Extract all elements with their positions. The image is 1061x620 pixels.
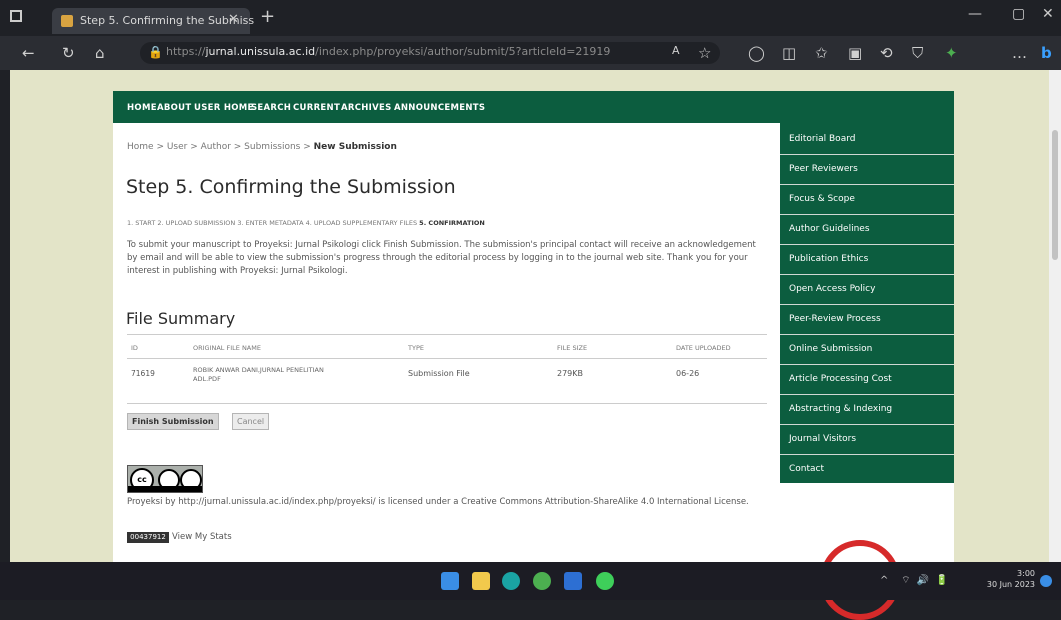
file-summary-title: File Summary	[126, 309, 236, 328]
mail-icon[interactable]	[564, 572, 582, 590]
windows-start-icon[interactable]	[441, 572, 459, 590]
visitor-counter[interactable]: 00437912	[127, 532, 169, 543]
extension-icon[interactable]: ✦	[945, 44, 958, 62]
address-bar[interactable]: 🔒 https://jurnal.unissula.ac.id/index.ph…	[140, 42, 720, 64]
sidebar-item-peer-reviewers[interactable]: Peer Reviewers	[780, 155, 954, 185]
col-header-size: FILE SIZE	[557, 344, 588, 352]
nav-user-home[interactable]: USER HOME	[194, 103, 254, 113]
maximize-icon[interactable]: ▢	[1012, 6, 1025, 22]
tab-actions-icon[interactable]	[10, 10, 22, 22]
breadcrumb[interactable]: Home > User > Author > Submissions > New…	[127, 142, 397, 152]
clock[interactable]: 3:00 30 Jun 2023	[975, 568, 1035, 590]
collections-icon[interactable]: ▣	[848, 44, 862, 62]
refresh-icon[interactable]: ↻	[62, 44, 75, 62]
nav-home[interactable]: HOME	[127, 103, 157, 113]
sidebar-item-editorial-board[interactable]: Editorial Board	[780, 125, 954, 155]
bing-icon[interactable]: b	[1041, 44, 1052, 62]
sidebar-item-online-submission[interactable]: Online Submission	[780, 335, 954, 365]
shield-icon[interactable]: ⛉	[912, 44, 923, 62]
history-icon[interactable]: ⟲	[880, 44, 893, 62]
scrollbar-thumb[interactable]	[1052, 130, 1058, 260]
file-date: 06-26	[676, 369, 700, 378]
close-window-icon[interactable]: ✕	[1042, 6, 1054, 22]
more-options-icon[interactable]: …	[1012, 44, 1027, 62]
sidebar-item-article-processing-cost[interactable]: Article Processing Cost	[780, 365, 954, 395]
col-header-name: ORIGINAL FILE NAME	[193, 344, 261, 352]
lock-icon: 🔒	[148, 45, 163, 59]
spotify-icon[interactable]	[596, 572, 614, 590]
file-name-link[interactable]: ROBIK ANWAR DANI,JURNAL PENELITIAN ADL.P…	[193, 366, 343, 384]
close-tab-icon[interactable]: ✕	[228, 12, 239, 27]
nav-current[interactable]: CURRENT	[293, 103, 340, 113]
favicon-icon	[61, 15, 73, 27]
license-text: Proyeksi by http://jurnal.unissula.ac.id…	[127, 497, 749, 507]
col-header-date: DATE UPLOADED	[676, 344, 731, 352]
browser-extension-icon[interactable]: ◯	[748, 44, 765, 62]
sidebar-item-open-access-policy[interactable]: Open Access Policy	[780, 275, 954, 305]
view-my-stats-link[interactable]: View My Stats	[172, 532, 232, 542]
system-tray[interactable]: ^ ⌔ 🔊 🔋	[880, 574, 948, 587]
scrollbar[interactable]	[1049, 70, 1061, 562]
col-header-type: TYPE	[408, 344, 424, 352]
file-type: Submission File	[408, 369, 470, 378]
chrome-icon[interactable]	[533, 572, 551, 590]
favorites-icon[interactable]: ✩	[815, 44, 828, 62]
file-explorer-icon[interactable]	[472, 572, 490, 590]
nav-announcements[interactable]: ANNOUNCEMENTS	[394, 103, 485, 113]
read-aloud-icon[interactable]: A	[672, 44, 680, 57]
sidebar-item-author-guidelines[interactable]: Author Guidelines	[780, 215, 954, 245]
col-header-id: ID	[131, 344, 138, 352]
edge-browser-icon[interactable]	[502, 572, 520, 590]
new-tab-icon[interactable]: +	[260, 6, 275, 27]
sidebar-item-abstracting-indexing[interactable]: Abstracting & Indexing	[780, 395, 954, 425]
submission-steps[interactable]: 1. START 2. UPLOAD SUBMISSION 3. ENTER M…	[127, 219, 485, 227]
page-title: Step 5. Confirming the Submission	[126, 176, 456, 198]
sidebar-item-contact[interactable]: Contact	[780, 455, 954, 485]
sidebar-item-publication-ethics[interactable]: Publication Ethics	[780, 245, 954, 275]
file-id: 71619	[131, 369, 155, 378]
favorite-star-icon[interactable]: ☆	[698, 44, 711, 62]
file-size: 279KB	[557, 369, 584, 378]
sidebar-item-focus-scope[interactable]: Focus & Scope	[780, 185, 954, 215]
cc-badge-bar	[128, 486, 202, 492]
sidebar-item-peer-review-process[interactable]: Peer-Review Process	[780, 305, 954, 335]
browser-tab[interactable]: Step 5. Confirming the Submiss ✕	[52, 8, 254, 34]
nav-about[interactable]: ABOUT	[157, 103, 191, 113]
table-bottom-rule	[127, 403, 767, 404]
split-screen-icon[interactable]: ◫	[782, 44, 796, 62]
back-icon[interactable]: ←	[22, 44, 35, 62]
table-header-rule	[127, 358, 767, 359]
home-icon[interactable]: ⌂	[95, 44, 105, 62]
sidebar-item-journal-visitors[interactable]: Journal Visitors	[780, 425, 954, 455]
notification-icon[interactable]	[1040, 575, 1052, 587]
intro-text: To submit your manuscript to Proyeksi: J…	[127, 240, 756, 276]
cancel-button[interactable]: Cancel	[232, 413, 270, 430]
minimize-icon[interactable]: —	[968, 6, 982, 22]
finish-submission-button[interactable]: Finish Submission	[127, 413, 219, 430]
nav-search[interactable]: SEARCH	[251, 103, 291, 113]
nav-archives[interactable]: ARCHIVES	[341, 103, 392, 113]
creative-commons-badge[interactable]: cc	[127, 465, 203, 493]
table-top-rule	[127, 334, 767, 335]
url-text: https://jurnal.unissula.ac.id/index.php/…	[166, 45, 611, 58]
